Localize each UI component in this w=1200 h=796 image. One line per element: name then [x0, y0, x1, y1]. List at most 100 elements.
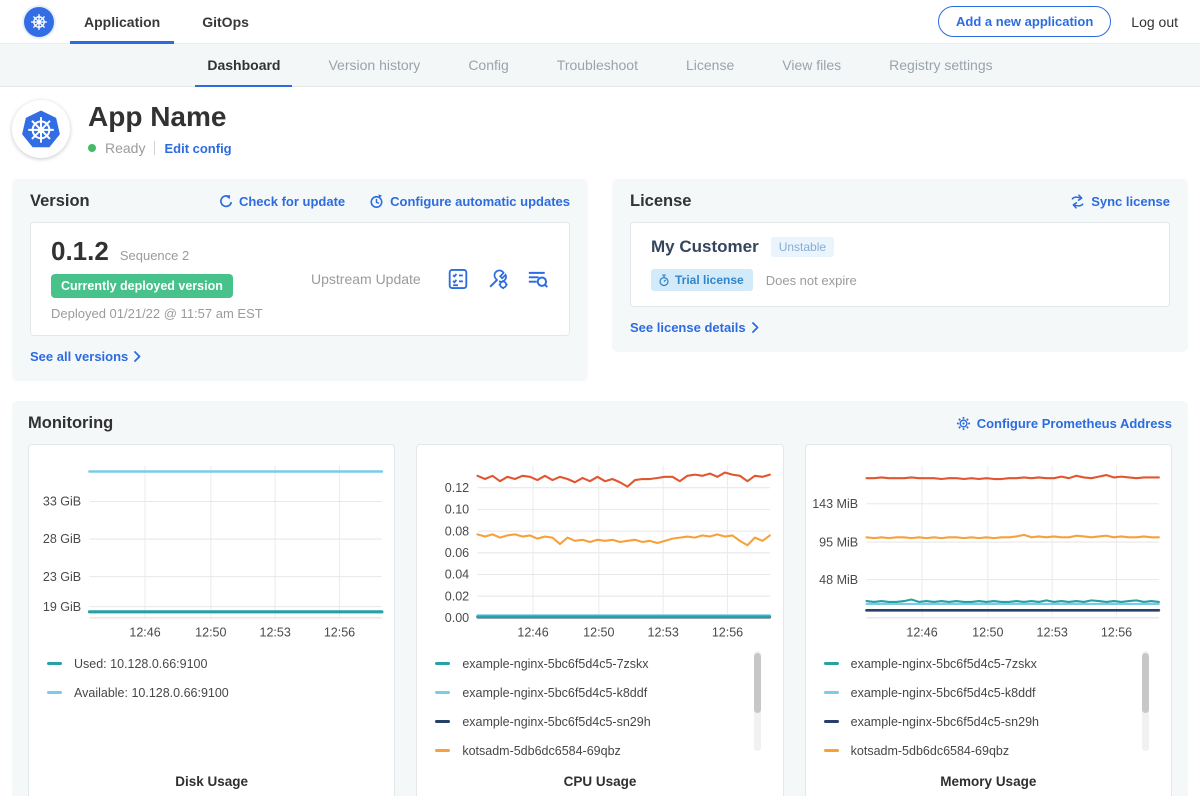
legend-label: example-nginx-5bc6f5d4c5-sn29h: [462, 715, 650, 729]
add-application-button[interactable]: Add a new application: [938, 6, 1111, 37]
subnav-item-license[interactable]: License: [662, 44, 758, 86]
legend-label: Available: 10.128.0.66:9100: [74, 686, 229, 700]
helm-wheel-icon: [29, 12, 49, 32]
chart-panel-disk-usage: 12:4612:5012:5312:5633 GiB28 GiB23 GiB19…: [28, 444, 395, 796]
configure-automatic-updates-link[interactable]: Configure automatic updates: [369, 194, 570, 209]
chart-title: Memory Usage: [808, 759, 1169, 796]
legend-item: example-nginx-5bc6f5d4c5-7zskx: [435, 649, 750, 678]
legend-swatch: [435, 720, 450, 723]
legend-scrollbar-thumb[interactable]: [754, 653, 761, 713]
legend-scrollbar[interactable]: [1142, 651, 1149, 751]
subnav-item-dashboard[interactable]: Dashboard: [183, 44, 304, 86]
config-wrench-icon[interactable]: [487, 268, 509, 290]
svg-text:33 GiB: 33 GiB: [43, 495, 81, 509]
chart-plot-cpu-usage: 12:4612:5012:5312:560.120.100.080.060.04…: [419, 455, 780, 645]
divider: [154, 141, 155, 155]
chart-title: Disk Usage: [31, 759, 392, 796]
subnav-item-troubleshoot[interactable]: Troubleshoot: [533, 44, 662, 86]
license-panel: My Customer Unstable Trial license Does …: [630, 222, 1170, 307]
top-nav-tabs: Application GitOps: [84, 0, 291, 43]
monitoring-card: Monitoring Configure Prometheus Address …: [12, 401, 1188, 796]
page-title: App Name: [88, 101, 232, 133]
legend-item: example-nginx-5bc6f5d4c5-k8ddf: [435, 678, 750, 707]
chevron-right-icon: [134, 351, 141, 362]
see-all-versions-link[interactable]: See all versions: [30, 349, 141, 364]
legend-swatch: [824, 720, 839, 723]
status-dot: [88, 144, 96, 152]
svg-text:95 MiB: 95 MiB: [819, 535, 858, 549]
legend-item: example-nginx-5bc6f5d4c5-sn29h: [824, 707, 1139, 736]
svg-text:23 GiB: 23 GiB: [43, 570, 81, 584]
svg-text:12:56: 12:56: [712, 626, 743, 640]
sync-arrows-icon: [1070, 194, 1085, 209]
license-expiry: Does not expire: [766, 273, 857, 288]
legend-item: Used: 10.128.0.66:9100: [47, 649, 362, 678]
version-card-title: Version: [30, 192, 90, 211]
app-logo: [12, 100, 70, 158]
top-nav: ApplicationGitOps Add a new application …: [0, 0, 1200, 44]
sequence-label: Sequence 2: [120, 248, 189, 263]
legend-swatch: [824, 662, 839, 665]
top-nav-tab-application[interactable]: Application: [84, 0, 160, 43]
svg-text:0.02: 0.02: [445, 589, 469, 603]
legend-swatch: [435, 749, 450, 752]
check-for-update-link[interactable]: Check for update: [218, 194, 345, 209]
legend-item: example-nginx-5bc6f5d4c5-sn29h: [435, 707, 750, 736]
legend-item: Available: 10.128.0.66:9100: [47, 678, 362, 707]
legend-label: example-nginx-5bc6f5d4c5-k8ddf: [462, 686, 647, 700]
legend-swatch: [824, 749, 839, 752]
subnav-item-registry-settings[interactable]: Registry settings: [865, 44, 1016, 86]
version-number: 0.1.2: [51, 236, 109, 267]
svg-text:12:53: 12:53: [648, 626, 679, 640]
svg-text:12:56: 12:56: [324, 626, 355, 640]
legend-item: kotsadm-5db6dc6584-69qbz: [435, 736, 750, 759]
deployed-timestamp: Deployed 01/21/22 @ 11:57 am EST: [51, 306, 311, 321]
legend-swatch: [47, 691, 62, 694]
subnav-item-view-files[interactable]: View files: [758, 44, 865, 86]
svg-text:12:46: 12:46: [518, 626, 549, 640]
deploy-logs-icon[interactable]: [527, 268, 549, 290]
subnav-item-version-history[interactable]: Version history: [304, 44, 444, 86]
legend-label: example-nginx-5bc6f5d4c5-7zskx: [462, 657, 648, 671]
current-version-panel: 0.1.2 Sequence 2 Currently deployed vers…: [30, 222, 570, 336]
chart-legend: example-nginx-5bc6f5d4c5-7zskx example-ng…: [419, 645, 780, 759]
version-card: Version Check for update Configure au: [12, 179, 588, 381]
svg-text:12:53: 12:53: [1036, 626, 1067, 640]
edit-config-link[interactable]: Edit config: [164, 141, 231, 156]
clock-refresh-icon: [369, 194, 384, 209]
svg-text:12:50: 12:50: [195, 626, 226, 640]
kubernetes-logo: [24, 7, 54, 37]
svg-text:19 GiB: 19 GiB: [43, 600, 81, 614]
subnav-item-config[interactable]: Config: [444, 44, 532, 86]
legend-scrollbar-thumb[interactable]: [1142, 653, 1149, 713]
chart-legend: example-nginx-5bc6f5d4c5-7zskx example-ng…: [808, 645, 1169, 759]
svg-text:0.10: 0.10: [445, 503, 469, 517]
svg-text:12:46: 12:46: [906, 626, 937, 640]
logout-link[interactable]: Log out: [1131, 14, 1178, 30]
chart-plot-memory-usage: 12:4612:5012:5312:56143 MiB95 MiB48 MiB: [808, 455, 1169, 645]
configure-prometheus-link[interactable]: Configure Prometheus Address: [956, 416, 1172, 431]
legend-scrollbar[interactable]: [754, 651, 761, 751]
sub-nav: DashboardVersion historyConfigTroublesho…: [0, 44, 1200, 87]
top-nav-tab-gitops[interactable]: GitOps: [202, 0, 249, 43]
legend-item: example-nginx-5bc6f5d4c5-k8ddf: [824, 678, 1139, 707]
chart-title: CPU Usage: [419, 759, 780, 796]
kubernetes-app-icon: [19, 107, 63, 151]
chart-legend: Used: 10.128.0.66:9100 Available: 10.128.…: [31, 645, 392, 759]
license-type-badge: Trial license: [651, 269, 753, 291]
chart-panel-memory-usage: 12:4612:5012:5312:56143 MiB95 MiB48 MiBe…: [805, 444, 1172, 796]
sync-license-link[interactable]: Sync license: [1070, 194, 1170, 209]
legend-item: example-nginx-5bc6f5d4c5-7zskx: [824, 649, 1139, 678]
legend-label: example-nginx-5bc6f5d4c5-k8ddf: [851, 686, 1036, 700]
legend-swatch: [435, 662, 450, 665]
status-text: Ready: [105, 140, 145, 156]
legend-swatch: [824, 691, 839, 694]
see-license-details-link[interactable]: See license details: [630, 320, 759, 335]
svg-text:12:46: 12:46: [129, 626, 160, 640]
preflight-checklist-icon[interactable]: [447, 268, 469, 290]
legend-swatch: [47, 662, 62, 665]
svg-text:48 MiB: 48 MiB: [819, 573, 858, 587]
chart-panel-cpu-usage: 12:4612:5012:5312:560.120.100.080.060.04…: [416, 444, 783, 796]
svg-text:0.08: 0.08: [445, 524, 469, 538]
app-header: App Name Ready Edit config: [0, 87, 1200, 171]
